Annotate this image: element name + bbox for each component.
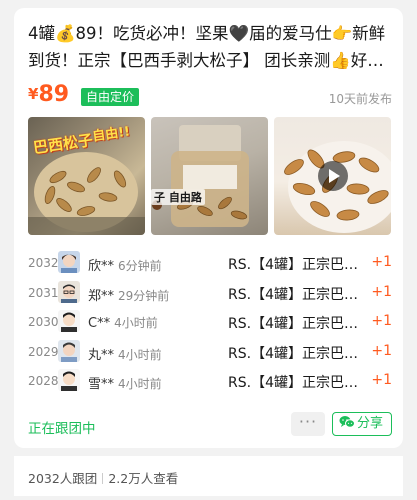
buyer-index: 2029 xyxy=(28,344,59,359)
buyer-qty: +1 xyxy=(371,313,392,329)
publish-time: 10天前发布 xyxy=(328,92,392,106)
price-badge: 自由定价 xyxy=(81,88,140,106)
buyer-index: 2032 xyxy=(28,256,59,270)
price-value: 89 xyxy=(38,82,70,107)
post-title[interactable]: 4罐💰89！吃货必冲！坚果🖤届的爱马仕👉新鲜到货！正宗【巴西手剥大松子】 团长亲… xyxy=(28,20,392,74)
buyer-index: 2030 xyxy=(28,315,59,329)
buyer-qty: +1 xyxy=(371,283,392,300)
buyer-name: 丸** 4小时前 xyxy=(88,344,162,363)
image-overlay-text: 子 自由路 xyxy=(151,189,205,205)
avatar-icon[interactable] xyxy=(58,369,80,391)
stats-bar: 2032人跟团 2.2万人查看 xyxy=(14,456,403,496)
price-currency: ¥ xyxy=(28,85,39,103)
group-buy-card[interactable]: 4罐💰89！吃货必冲！坚果🖤届的爱马仕👉新鲜到货！正宗【巴西手剥大松子】 团长亲… xyxy=(14,8,403,448)
participant-count: 2032人跟团 xyxy=(28,471,98,486)
buyer-index: 2028 xyxy=(28,374,59,388)
buyer-item: RS.【4罐】正宗巴西手剥大松子 xyxy=(228,345,368,362)
buyer-time: 4小时前 xyxy=(114,316,158,330)
share-button[interactable]: 分享 xyxy=(332,412,392,436)
list-item: 2029 丸**4小时前 RS.【4罐】正宗巴西手剥大松子 +1 xyxy=(28,337,392,367)
play-icon[interactable] xyxy=(318,161,348,191)
buyer-name-text: 郑** xyxy=(88,288,115,304)
card-actions: 正在跟团中 ··· 分享 xyxy=(28,412,392,438)
buyer-qty: +1 xyxy=(371,254,392,270)
avatar-icon[interactable] xyxy=(58,339,80,362)
buyer-time: 6分钟前 xyxy=(118,259,162,273)
buyer-name-text: C** xyxy=(88,316,111,331)
divider xyxy=(102,473,104,484)
buyer-item: RS.【4罐】正宗巴西手剥大松子 xyxy=(228,375,368,391)
price: ¥89 xyxy=(28,82,69,107)
image-gallery: 巴西松子 自由!! 子 自由路 xyxy=(28,117,392,235)
list-item: 2032 欣**6分钟前 RS.【4罐】正宗巴西手剥大松子 +1 xyxy=(28,248,392,278)
wechat-icon xyxy=(339,415,355,429)
avatar-icon[interactable] xyxy=(58,310,80,332)
buyer-name: 郑** 29分钟前 xyxy=(88,285,169,304)
more-button[interactable]: ··· xyxy=(291,412,325,436)
buyer-name: 欣** 6分钟前 xyxy=(88,255,162,274)
avatar-icon[interactable] xyxy=(58,251,80,273)
avatar-icon[interactable] xyxy=(58,280,80,303)
buyer-item: RS.【4罐】正宗巴西手剥大松子 xyxy=(228,286,368,303)
buyer-item: RS.【4罐】正宗巴西手剥大松子 xyxy=(228,316,368,332)
view-count: 2.2万人查看 xyxy=(108,471,179,486)
following-status-link[interactable]: 正在跟团中 xyxy=(28,417,96,437)
buyer-name-text: 丸** xyxy=(88,347,115,363)
buyer-name: C** 4小时前 xyxy=(88,314,158,331)
list-item: 2028 雪**4小时前 RS.【4罐】正宗巴西手剥大松子 +1 xyxy=(28,366,392,396)
list-item: 2031 郑**29分钟前 RS.【4罐】正宗巴西手剥大松子 +1 xyxy=(28,278,392,308)
buyer-name-text: 欣** xyxy=(88,259,115,274)
price-row: ¥89 自由定价 10天前发布 xyxy=(28,82,392,112)
product-video-thumbnail[interactable] xyxy=(274,117,391,235)
buyer-time: 29分钟前 xyxy=(118,288,170,303)
product-image-2[interactable]: 子 自由路 xyxy=(151,117,268,235)
buyer-time: 4小时前 xyxy=(118,377,162,391)
group-stats: 2032人跟团 2.2万人查看 xyxy=(28,468,178,487)
buyer-index: 2031 xyxy=(28,285,59,300)
buyer-name: 雪** 4小时前 xyxy=(88,373,162,392)
buyer-item: RS.【4罐】正宗巴西手剥大松子 xyxy=(228,257,368,273)
buyer-time: 4小时前 xyxy=(118,347,162,362)
buyer-qty: +1 xyxy=(371,342,392,359)
buyer-qty: +1 xyxy=(371,372,392,388)
buyer-list: 2032 欣**6分钟前 RS.【4罐】正宗巴西手剥大松子 +1 2031 郑*… xyxy=(28,248,392,396)
buyer-name-text: 雪** xyxy=(88,377,115,392)
product-image-1[interactable]: 巴西松子 自由!! xyxy=(28,117,145,235)
share-label: 分享 xyxy=(357,416,384,431)
list-item: 2030 C**4小时前 RS.【4罐】正宗巴西手剥大松子 +1 xyxy=(28,307,392,337)
